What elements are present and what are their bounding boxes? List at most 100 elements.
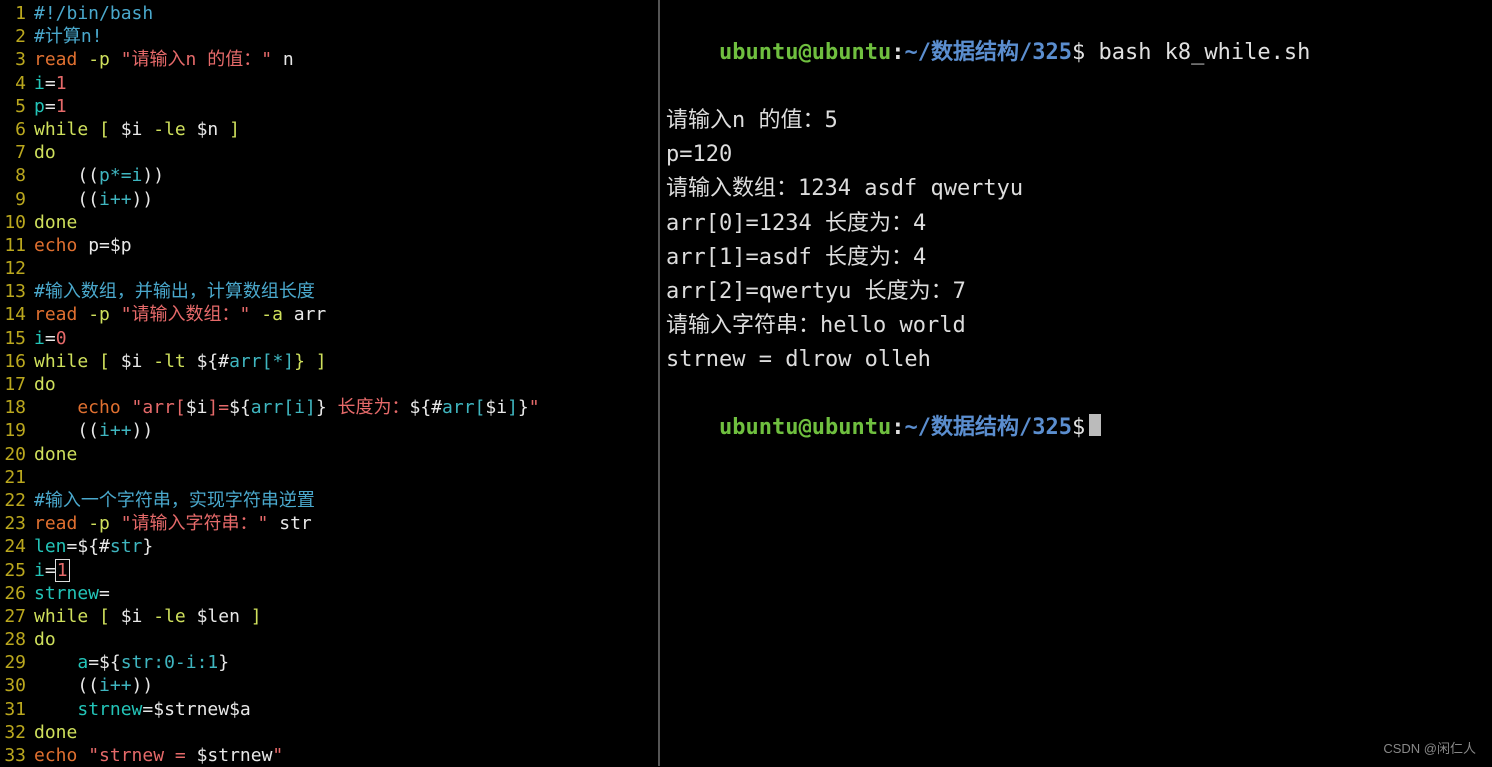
command-text: bash k8_while.sh xyxy=(1098,40,1310,65)
terminal-output: strnew = dlrow olleh xyxy=(666,343,1492,377)
editor-line[interactable]: 19 ((i++)) xyxy=(0,419,658,442)
code-content[interactable]: echo "arr[$i]=${arr[i]} 长度为：${#arr[$i]}" xyxy=(34,396,540,419)
terminal-cursor xyxy=(1089,414,1101,436)
line-number: 33 xyxy=(0,744,34,767)
code-content[interactable]: #输入数组，并输出，计算数组长度 xyxy=(34,280,315,303)
code-content[interactable]: done xyxy=(34,443,77,466)
code-content[interactable]: do xyxy=(34,141,56,164)
line-number: 6 xyxy=(0,118,34,141)
editor-line[interactable]: 20done xyxy=(0,443,658,466)
editor-line[interactable]: 31 strnew=$strnew$a xyxy=(0,698,658,721)
editor-line[interactable]: 4i=1 xyxy=(0,72,658,95)
code-content[interactable]: do xyxy=(34,628,56,651)
code-content[interactable]: ((p*=i)) xyxy=(34,164,164,187)
line-number: 21 xyxy=(0,466,34,489)
code-content[interactable]: #输入一个字符串，实现字符串逆置 xyxy=(34,489,315,512)
code-content[interactable]: do xyxy=(34,373,56,396)
code-content[interactable]: echo p=$p xyxy=(34,234,132,257)
terminal-output: 请输入数组：1234 asdf qwertyu xyxy=(666,172,1492,206)
line-number: 8 xyxy=(0,164,34,187)
line-number: 7 xyxy=(0,141,34,164)
code-content[interactable]: len=${#str} xyxy=(34,535,153,558)
line-number: 28 xyxy=(0,628,34,651)
editor-line[interactable]: 32done xyxy=(0,721,658,744)
editor-line[interactable]: 15i=0 xyxy=(0,327,658,350)
code-content[interactable]: ((i++)) xyxy=(34,674,153,697)
editor-line[interactable]: 9 ((i++)) xyxy=(0,188,658,211)
editor-line[interactable]: 16while [ $i -lt ${#arr[*]} ] xyxy=(0,350,658,373)
editor-line[interactable]: 6while [ $i -le $n ] xyxy=(0,118,658,141)
editor-line[interactable]: 14read -p "请输入数组：" -a arr xyxy=(0,303,658,326)
editor-line[interactable]: 25i=1 xyxy=(0,559,658,582)
editor-line[interactable]: 13#输入数组，并输出，计算数组长度 xyxy=(0,280,658,303)
editor-line[interactable]: 18 echo "arr[$i]=${arr[i]} 长度为：${#arr[$i… xyxy=(0,396,658,419)
code-content[interactable]: echo "strnew = $strnew" xyxy=(34,744,283,767)
editor-line[interactable]: 28do xyxy=(0,628,658,651)
editor-line[interactable]: 23read -p "请输入字符串：" str xyxy=(0,512,658,535)
terminal-output: p=120 xyxy=(666,138,1492,172)
editor-line[interactable]: 12 xyxy=(0,257,658,280)
editor-line[interactable]: 10done xyxy=(0,211,658,234)
line-number: 29 xyxy=(0,651,34,674)
editor-line[interactable]: 26strnew= xyxy=(0,582,658,605)
line-number: 31 xyxy=(0,698,34,721)
code-content[interactable]: a=${str:0-i:1} xyxy=(34,651,229,674)
code-content[interactable]: p=1 xyxy=(34,95,67,118)
code-content[interactable]: strnew=$strnew$a xyxy=(34,698,251,721)
line-number: 5 xyxy=(0,95,34,118)
editor-line[interactable]: 7do xyxy=(0,141,658,164)
code-content[interactable]: i=1 xyxy=(34,72,67,95)
editor-pane[interactable]: 1#!/bin/bash2#计算n!3read -p "请输入n 的值：" n4… xyxy=(0,0,660,766)
editor-line[interactable]: 27while [ $i -le $len ] xyxy=(0,605,658,628)
code-content[interactable]: ((i++)) xyxy=(34,419,153,442)
code-content[interactable]: #计算n! xyxy=(34,25,103,48)
line-number: 15 xyxy=(0,327,34,350)
terminal-output: arr[0]=1234 长度为：4 xyxy=(666,207,1492,241)
line-number: 25 xyxy=(0,559,34,582)
terminal-output: arr[2]=qwertyu 长度为：7 xyxy=(666,275,1492,309)
line-number: 23 xyxy=(0,512,34,535)
code-content[interactable]: while [ $i -lt ${#arr[*]} ] xyxy=(34,350,327,373)
editor-line[interactable]: 33echo "strnew = $strnew" xyxy=(0,744,658,767)
line-number: 2 xyxy=(0,25,34,48)
line-number: 20 xyxy=(0,443,34,466)
editor-line[interactable]: 1#!/bin/bash xyxy=(0,2,658,25)
editor-line[interactable]: 22#输入一个字符串，实现字符串逆置 xyxy=(0,489,658,512)
line-number: 19 xyxy=(0,419,34,442)
code-content[interactable]: #!/bin/bash xyxy=(34,2,153,25)
editor-line[interactable]: 2#计算n! xyxy=(0,25,658,48)
line-number: 26 xyxy=(0,582,34,605)
editor-line[interactable]: 5p=1 xyxy=(0,95,658,118)
code-content[interactable]: strnew= xyxy=(34,582,110,605)
editor-line[interactable]: 24len=${#str} xyxy=(0,535,658,558)
line-number: 10 xyxy=(0,211,34,234)
code-content[interactable]: done xyxy=(34,211,77,234)
editor-line[interactable]: 3read -p "请输入n 的值：" n xyxy=(0,48,658,71)
code-content[interactable]: done xyxy=(34,721,77,744)
code-content[interactable]: i=0 xyxy=(34,327,67,350)
editor-line[interactable]: 11echo p=$p xyxy=(0,234,658,257)
prompt-line-1: ubuntu@ubuntu:~/数据结构/325$ bash k8_while.… xyxy=(666,2,1492,104)
line-number: 30 xyxy=(0,674,34,697)
watermark: CSDN @闲仁人 xyxy=(1383,741,1476,758)
code-content[interactable]: i=1 xyxy=(34,559,69,582)
line-number: 13 xyxy=(0,280,34,303)
editor-line[interactable]: 17do xyxy=(0,373,658,396)
editor-line[interactable]: 30 ((i++)) xyxy=(0,674,658,697)
line-number: 24 xyxy=(0,535,34,558)
terminal-output: arr[1]=asdf 长度为：4 xyxy=(666,241,1492,275)
prompt-line-2[interactable]: ubuntu@ubuntu:~/数据结构/325$ xyxy=(666,377,1492,479)
editor-line[interactable]: 8 ((p*=i)) xyxy=(0,164,658,187)
code-content[interactable]: while [ $i -le $len ] xyxy=(34,605,262,628)
code-content[interactable]: while [ $i -le $n ] xyxy=(34,118,240,141)
code-content[interactable]: ((i++)) xyxy=(34,188,153,211)
editor-line[interactable]: 29 a=${str:0-i:1} xyxy=(0,651,658,674)
editor-line[interactable]: 21 xyxy=(0,466,658,489)
code-content[interactable]: read -p "请输入数组：" -a arr xyxy=(34,303,326,326)
line-number: 12 xyxy=(0,257,34,280)
line-number: 14 xyxy=(0,303,34,326)
line-number: 16 xyxy=(0,350,34,373)
code-content[interactable]: read -p "请输入n 的值：" n xyxy=(34,48,294,71)
terminal-pane[interactable]: ubuntu@ubuntu:~/数据结构/325$ bash k8_while.… xyxy=(660,0,1492,766)
code-content[interactable]: read -p "请输入字符串：" str xyxy=(34,512,312,535)
